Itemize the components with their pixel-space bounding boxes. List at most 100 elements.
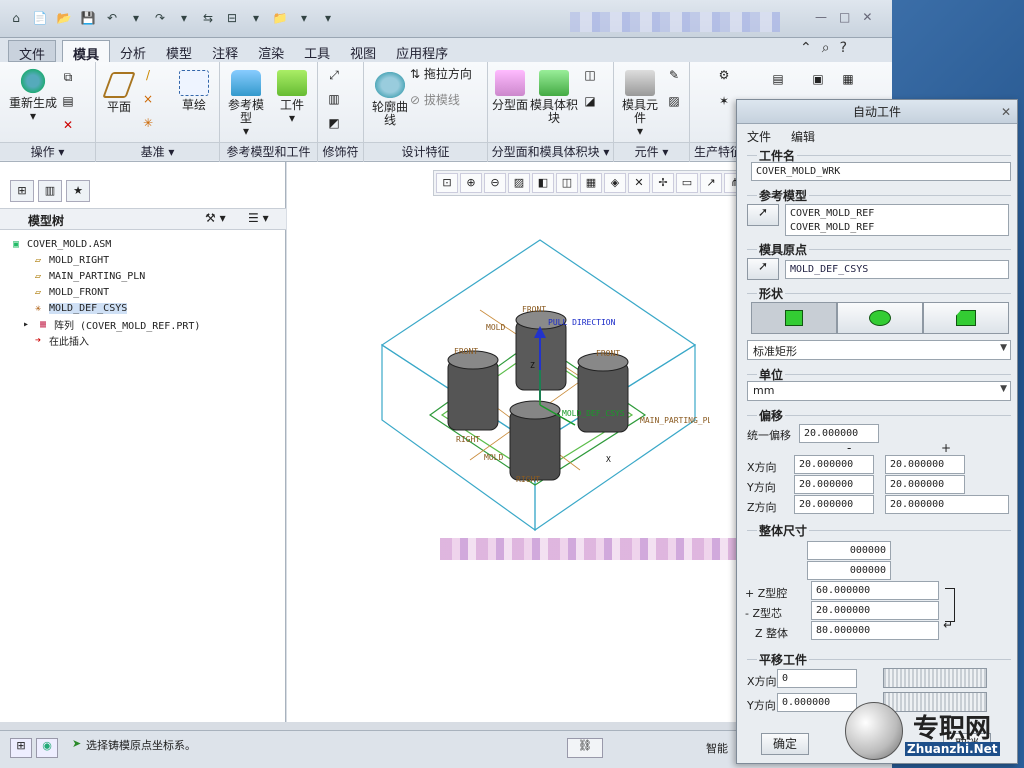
origin-select-button[interactable]: ➚ bbox=[747, 258, 779, 280]
uniform-offset-field[interactable]: 20.000000 bbox=[799, 424, 879, 443]
minimize-button[interactable]: — bbox=[815, 10, 827, 24]
delete-icon[interactable]: ✕ bbox=[60, 118, 76, 132]
refit-icon[interactable]: ⊡ bbox=[436, 173, 458, 193]
overall-y-field[interactable]: 000000 bbox=[807, 561, 891, 580]
saved-views-icon[interactable]: ◫ bbox=[556, 173, 578, 193]
tab-annotate[interactable]: 注释 bbox=[202, 40, 248, 62]
mold-component-button[interactable]: 模具元件 ▾ bbox=[618, 70, 662, 138]
axis-icon[interactable]: / bbox=[140, 68, 156, 82]
tree-item-main-parting-pln[interactable]: ▱ MAIN_PARTING_PLN bbox=[32, 268, 200, 284]
shape-cylinder-button[interactable] bbox=[837, 302, 923, 334]
spin-center-icon[interactable]: ✢ bbox=[652, 173, 674, 193]
fill-icon[interactable]: ▣ bbox=[810, 72, 826, 86]
mold-layout-icon[interactable]: ▦ bbox=[840, 72, 856, 86]
molding-icon[interactable]: ▨ bbox=[666, 94, 682, 108]
copy-icon[interactable]: ⧉ bbox=[60, 70, 76, 84]
folder-icon[interactable]: 📁 bbox=[270, 8, 290, 28]
zoom-out-icon[interactable]: ⊖ bbox=[484, 173, 506, 193]
regenerate-icon[interactable]: ⇆ bbox=[198, 8, 218, 28]
shape-select[interactable]: 标准矩形 ▼ bbox=[747, 340, 1011, 360]
split-volume-icon[interactable]: ◫ bbox=[582, 68, 598, 82]
tab-tools[interactable]: 工具 bbox=[294, 40, 340, 62]
new-icon[interactable]: 📄 bbox=[30, 8, 50, 28]
view-manager-icon[interactable]: ▦ bbox=[580, 173, 602, 193]
mold-volume-button[interactable]: 模具体积块 bbox=[530, 70, 578, 125]
draft-line-button[interactable]: ⊘ 拔模线 bbox=[410, 94, 490, 107]
shrink-dim-icon[interactable]: ▥ bbox=[326, 92, 342, 106]
water-line-icon[interactable]: ✶ bbox=[716, 94, 732, 108]
translate-x-field[interactable]: 0 bbox=[777, 669, 857, 688]
windows-icon[interactable]: ⊟ bbox=[222, 8, 242, 28]
toggle-navigator-icon[interactable]: ⊞ bbox=[10, 738, 32, 758]
tree-item-insert-here[interactable]: ➔ 在此插入 bbox=[32, 332, 200, 348]
dialog-menu-file[interactable]: 文件 bbox=[747, 128, 771, 145]
cavity-group-icon[interactable]: ✎ bbox=[666, 68, 682, 82]
customize-qat-icon[interactable]: ▾ bbox=[318, 8, 338, 28]
mold-origin-field[interactable]: MOLD_DEF_CSYS bbox=[785, 260, 1009, 279]
z-core-field[interactable]: 20.000000 bbox=[811, 601, 939, 620]
tree-settings-icon[interactable]: ⚒ ▾ bbox=[205, 211, 226, 225]
shrink-icon[interactable]: ⤢ bbox=[326, 68, 342, 82]
close-button[interactable]: ✕ bbox=[862, 10, 872, 24]
tree-item-mold-right[interactable]: ▱ MOLD_RIGHT bbox=[32, 252, 200, 268]
model-tree-tab-icon[interactable]: ⊞ bbox=[10, 180, 34, 202]
search-icon[interactable]: ⌕ bbox=[822, 40, 830, 56]
shrink-feature-icon[interactable]: ◩ bbox=[326, 116, 342, 130]
save-icon[interactable]: 💾 bbox=[78, 8, 98, 28]
z-cavity-field[interactable]: 60.000000 bbox=[811, 581, 939, 600]
expand-arrow-icon[interactable]: ▸ bbox=[20, 319, 32, 330]
favorites-tab-icon[interactable]: ★ bbox=[66, 180, 90, 202]
repaint-icon[interactable]: ▨ bbox=[508, 173, 530, 193]
tree-item-mold-def-csys[interactable]: ✳ MOLD_DEF_CSYS bbox=[32, 300, 200, 316]
undo-dropdown-icon[interactable]: ▾ bbox=[126, 8, 146, 28]
find-icon[interactable]: ⛓ bbox=[567, 738, 603, 758]
toggle-browser-icon[interactable]: ◉ bbox=[36, 738, 58, 758]
datum-display-icon[interactable]: ✕ bbox=[628, 173, 650, 193]
csys-icon[interactable]: ✳ bbox=[140, 116, 156, 130]
zoom-in-icon[interactable]: ⊕ bbox=[460, 173, 482, 193]
display-style-icon[interactable]: ◧ bbox=[532, 173, 554, 193]
x-offset-neg-field[interactable]: 20.000000 bbox=[794, 455, 874, 474]
help-icon[interactable]: ? bbox=[840, 40, 847, 56]
pull-direction-button[interactable]: ⇅ 拖拉方向 bbox=[410, 68, 490, 81]
tree-item-pattern[interactable]: ▸ ▦ 阵列 (COVER_MOLD_REF.PRT) bbox=[20, 316, 200, 332]
volume-tools-icon[interactable]: ◪ bbox=[582, 94, 598, 108]
redo-dropdown-icon[interactable]: ▾ bbox=[174, 8, 194, 28]
tab-view[interactable]: 视图 bbox=[340, 40, 386, 62]
z-offset-pos-field[interactable]: 20.000000 bbox=[885, 495, 1009, 514]
tab-model[interactable]: 模型 bbox=[156, 40, 202, 62]
z-offset-neg-field[interactable]: 20.000000 bbox=[794, 495, 874, 514]
regenerate-button[interactable]: 重新生成 ▾ bbox=[8, 68, 58, 123]
contour-curve-button[interactable]: 轮廓曲线 bbox=[368, 72, 412, 127]
tab-render[interactable]: 渲染 bbox=[248, 40, 294, 62]
tree-item-mold-front[interactable]: ▱ MOLD_FRONT bbox=[32, 284, 200, 300]
plane-button[interactable]: 平面 bbox=[102, 72, 136, 114]
group-label-operations[interactable]: 操作 ▾ bbox=[0, 142, 95, 160]
app-icon[interactable]: ⌂ bbox=[6, 8, 26, 28]
group-label-datum[interactable]: 基准 ▾ bbox=[96, 142, 219, 160]
tab-analysis[interactable]: 分析 bbox=[110, 40, 156, 62]
workpiece-button[interactable]: 工件 ▾ bbox=[272, 70, 312, 125]
workpiece-name-field[interactable]: COVER_MOLD_WRK bbox=[751, 162, 1011, 181]
refmodel-button[interactable]: 参考模型 ▾ bbox=[224, 70, 268, 138]
overall-x-field[interactable]: 000000 bbox=[807, 541, 891, 560]
tab-mold[interactable]: 模具 bbox=[62, 40, 111, 63]
perspective-icon[interactable]: ◈ bbox=[604, 173, 626, 193]
parting-surface-button[interactable]: 分型面 bbox=[492, 70, 528, 112]
shape-box-button[interactable] bbox=[751, 302, 837, 334]
tab-applications[interactable]: 应用程序 bbox=[386, 40, 458, 62]
sketch-button[interactable]: 草绘 bbox=[174, 70, 214, 112]
dialog-menu-edit[interactable]: 编辑 bbox=[791, 128, 815, 145]
ok-button[interactable]: 确定 bbox=[761, 733, 809, 755]
y-offset-pos-field[interactable]: 20.000000 bbox=[885, 475, 965, 494]
dialog-close-icon[interactable]: ✕ bbox=[1001, 105, 1011, 119]
ref-model-item[interactable]: COVER_MOLD_REF bbox=[790, 207, 1004, 221]
group-label-components[interactable]: 元件 ▾ bbox=[614, 142, 689, 160]
folder-browser-tab-icon[interactable]: ▥ bbox=[38, 180, 62, 202]
ref-model-list[interactable]: COVER_MOLD_REF COVER_MOLD_REF bbox=[785, 204, 1009, 236]
open-icon[interactable]: 📂 bbox=[54, 8, 74, 28]
tree-item-assembly[interactable]: ▣ COVER_MOLD.ASM bbox=[10, 236, 200, 252]
point-icon[interactable]: × bbox=[140, 92, 156, 106]
tab-file[interactable]: 文件 bbox=[8, 40, 57, 63]
shape-custom-button[interactable] bbox=[923, 302, 1009, 334]
